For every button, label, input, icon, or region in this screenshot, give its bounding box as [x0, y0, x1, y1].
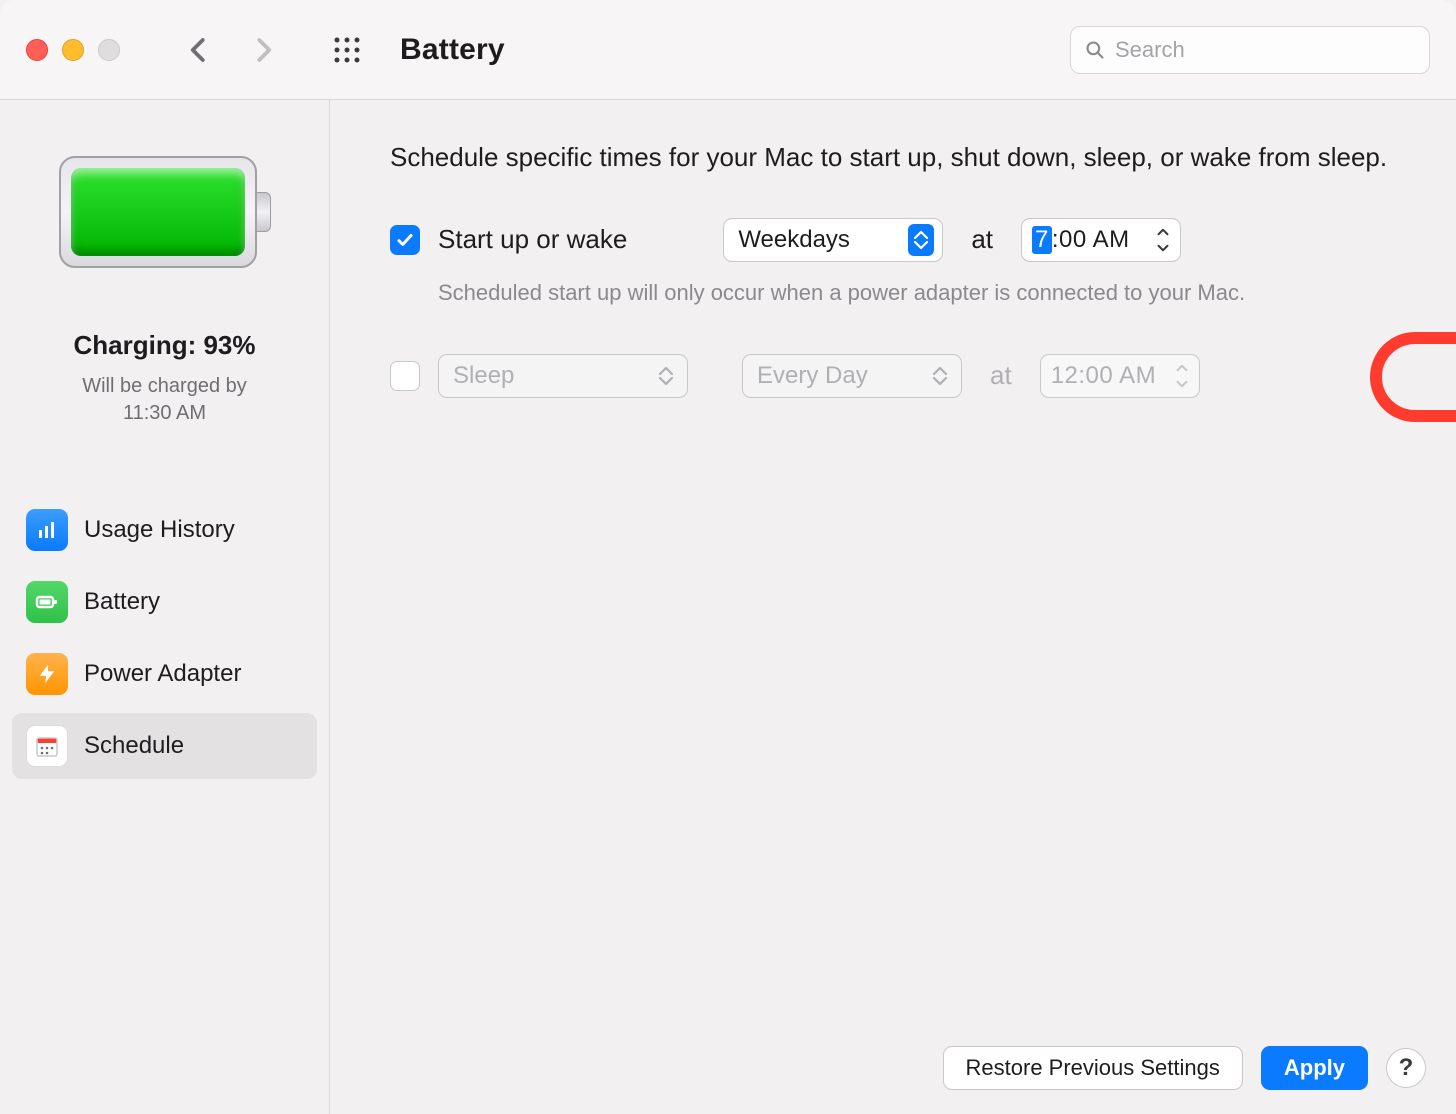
startup-day-popup[interactable]: Weekdays — [723, 218, 943, 262]
sidebar-item-battery[interactable]: Battery — [12, 569, 317, 635]
startup-time-hour[interactable]: 7 — [1032, 226, 1052, 254]
popup-arrows-icon — [653, 360, 679, 392]
sleep-action-popup[interactable]: Sleep — [438, 354, 688, 398]
usage-history-icon — [26, 509, 68, 551]
popup-arrows-icon — [908, 224, 934, 256]
battery-status-text: Charging: 93% — [24, 330, 305, 361]
battery-icon — [26, 581, 68, 623]
startup-wake-checkbox[interactable] — [390, 225, 420, 255]
chevron-up-icon — [1157, 228, 1169, 236]
apply-button[interactable]: Apply — [1261, 1046, 1368, 1090]
battery-level-icon — [59, 156, 271, 268]
startup-time-rest: :00 AM — [1052, 226, 1130, 254]
popup-arrows-icon — [927, 360, 953, 392]
sidebar-item-label: Schedule — [84, 732, 184, 760]
annotation-highlight — [1370, 332, 1456, 422]
sidebar-item-schedule[interactable]: Schedule — [12, 713, 317, 779]
window-minimize-button[interactable] — [62, 39, 84, 61]
page-title: Battery — [400, 33, 505, 67]
nav-back-button[interactable] — [184, 35, 214, 65]
at-label: at — [971, 224, 993, 255]
sleep-day-popup[interactable]: Every Day — [742, 354, 962, 398]
content-pane: Schedule specific times for your Mac to … — [330, 100, 1456, 1114]
sidebar-item-label: Power Adapter — [84, 660, 241, 688]
nav-forward-button[interactable] — [248, 35, 278, 65]
chevron-up-icon — [1176, 364, 1188, 372]
time-stepper[interactable] — [1171, 360, 1193, 392]
search-field[interactable] — [1070, 26, 1430, 74]
sleep-day-value: Every Day — [757, 362, 868, 390]
startup-hint-text: Scheduled start up will only occur when … — [438, 280, 1406, 306]
power-adapter-icon — [26, 653, 68, 695]
sidebar-item-power-adapter[interactable]: Power Adapter — [12, 641, 317, 707]
chevron-down-icon — [1157, 244, 1169, 252]
intro-text: Schedule specific times for your Mac to … — [390, 140, 1390, 176]
restore-previous-button[interactable]: Restore Previous Settings — [943, 1046, 1243, 1090]
startup-time-field[interactable]: 7:00 AM — [1021, 218, 1181, 262]
window-traffic-lights — [26, 39, 120, 61]
schedule-icon — [26, 725, 68, 767]
at-label: at — [990, 360, 1012, 391]
sleep-time-field[interactable]: 12:00 AM — [1040, 354, 1200, 398]
search-input[interactable] — [1115, 37, 1415, 63]
startup-day-value: Weekdays — [738, 226, 850, 254]
sleep-time-value: 12:00 AM — [1051, 362, 1156, 390]
sleep-action-value: Sleep — [453, 362, 514, 390]
window-close-button[interactable] — [26, 39, 48, 61]
window-zoom-button[interactable] — [98, 39, 120, 61]
sidebar-item-label: Battery — [84, 588, 160, 616]
window-toolbar: Battery — [0, 0, 1456, 100]
sleep-checkbox[interactable] — [390, 361, 420, 391]
search-icon — [1085, 39, 1105, 61]
time-stepper[interactable] — [1152, 224, 1174, 256]
sidebar-item-label: Usage History — [84, 516, 235, 544]
help-button[interactable]: ? — [1386, 1048, 1426, 1088]
sidebar-item-usage-history[interactable]: Usage History — [12, 497, 317, 563]
battery-forecast-text: Will be charged by 11:30 AM — [24, 373, 305, 427]
startup-wake-label: Start up or wake — [438, 224, 627, 255]
sidebar: Charging: 93% Will be charged by 11:30 A… — [0, 100, 330, 1114]
chevron-down-icon — [1176, 380, 1188, 388]
all-preferences-icon[interactable] — [332, 35, 362, 65]
